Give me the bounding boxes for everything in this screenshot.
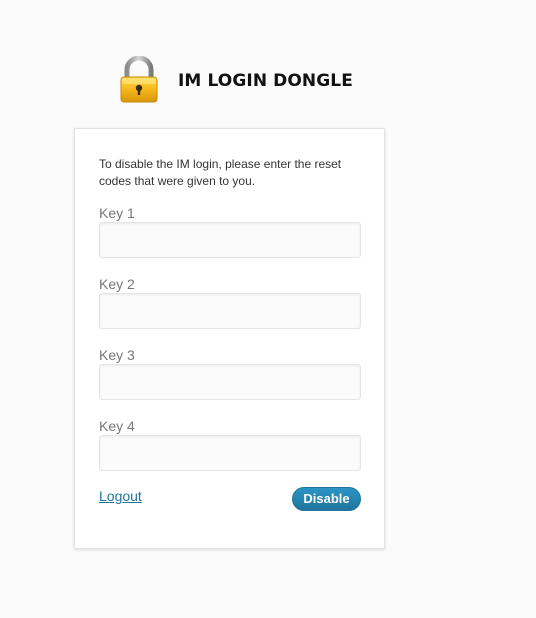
key-3-input[interactable] (99, 364, 361, 400)
login-header: IM LOGIN DONGLE (118, 55, 353, 105)
login-page: IM LOGIN DONGLE To disable the IM login,… (0, 0, 536, 618)
key-1-input[interactable] (99, 222, 361, 258)
login-form-card: To disable the IM login, please enter th… (74, 128, 385, 549)
page-title: IM LOGIN DONGLE (178, 71, 353, 91)
padlock-icon (118, 56, 160, 104)
key-2-label: Key 2 (99, 276, 135, 292)
key-2-input[interactable] (99, 293, 361, 329)
key-3-label: Key 3 (99, 347, 135, 363)
disable-button[interactable]: Disable (292, 487, 361, 511)
key-4-label: Key 4 (99, 418, 135, 434)
key-1-label: Key 1 (99, 205, 135, 221)
logout-link[interactable]: Logout (99, 488, 142, 504)
key-4-input[interactable] (99, 435, 361, 471)
form-instructions: To disable the IM login, please enter th… (99, 157, 342, 188)
